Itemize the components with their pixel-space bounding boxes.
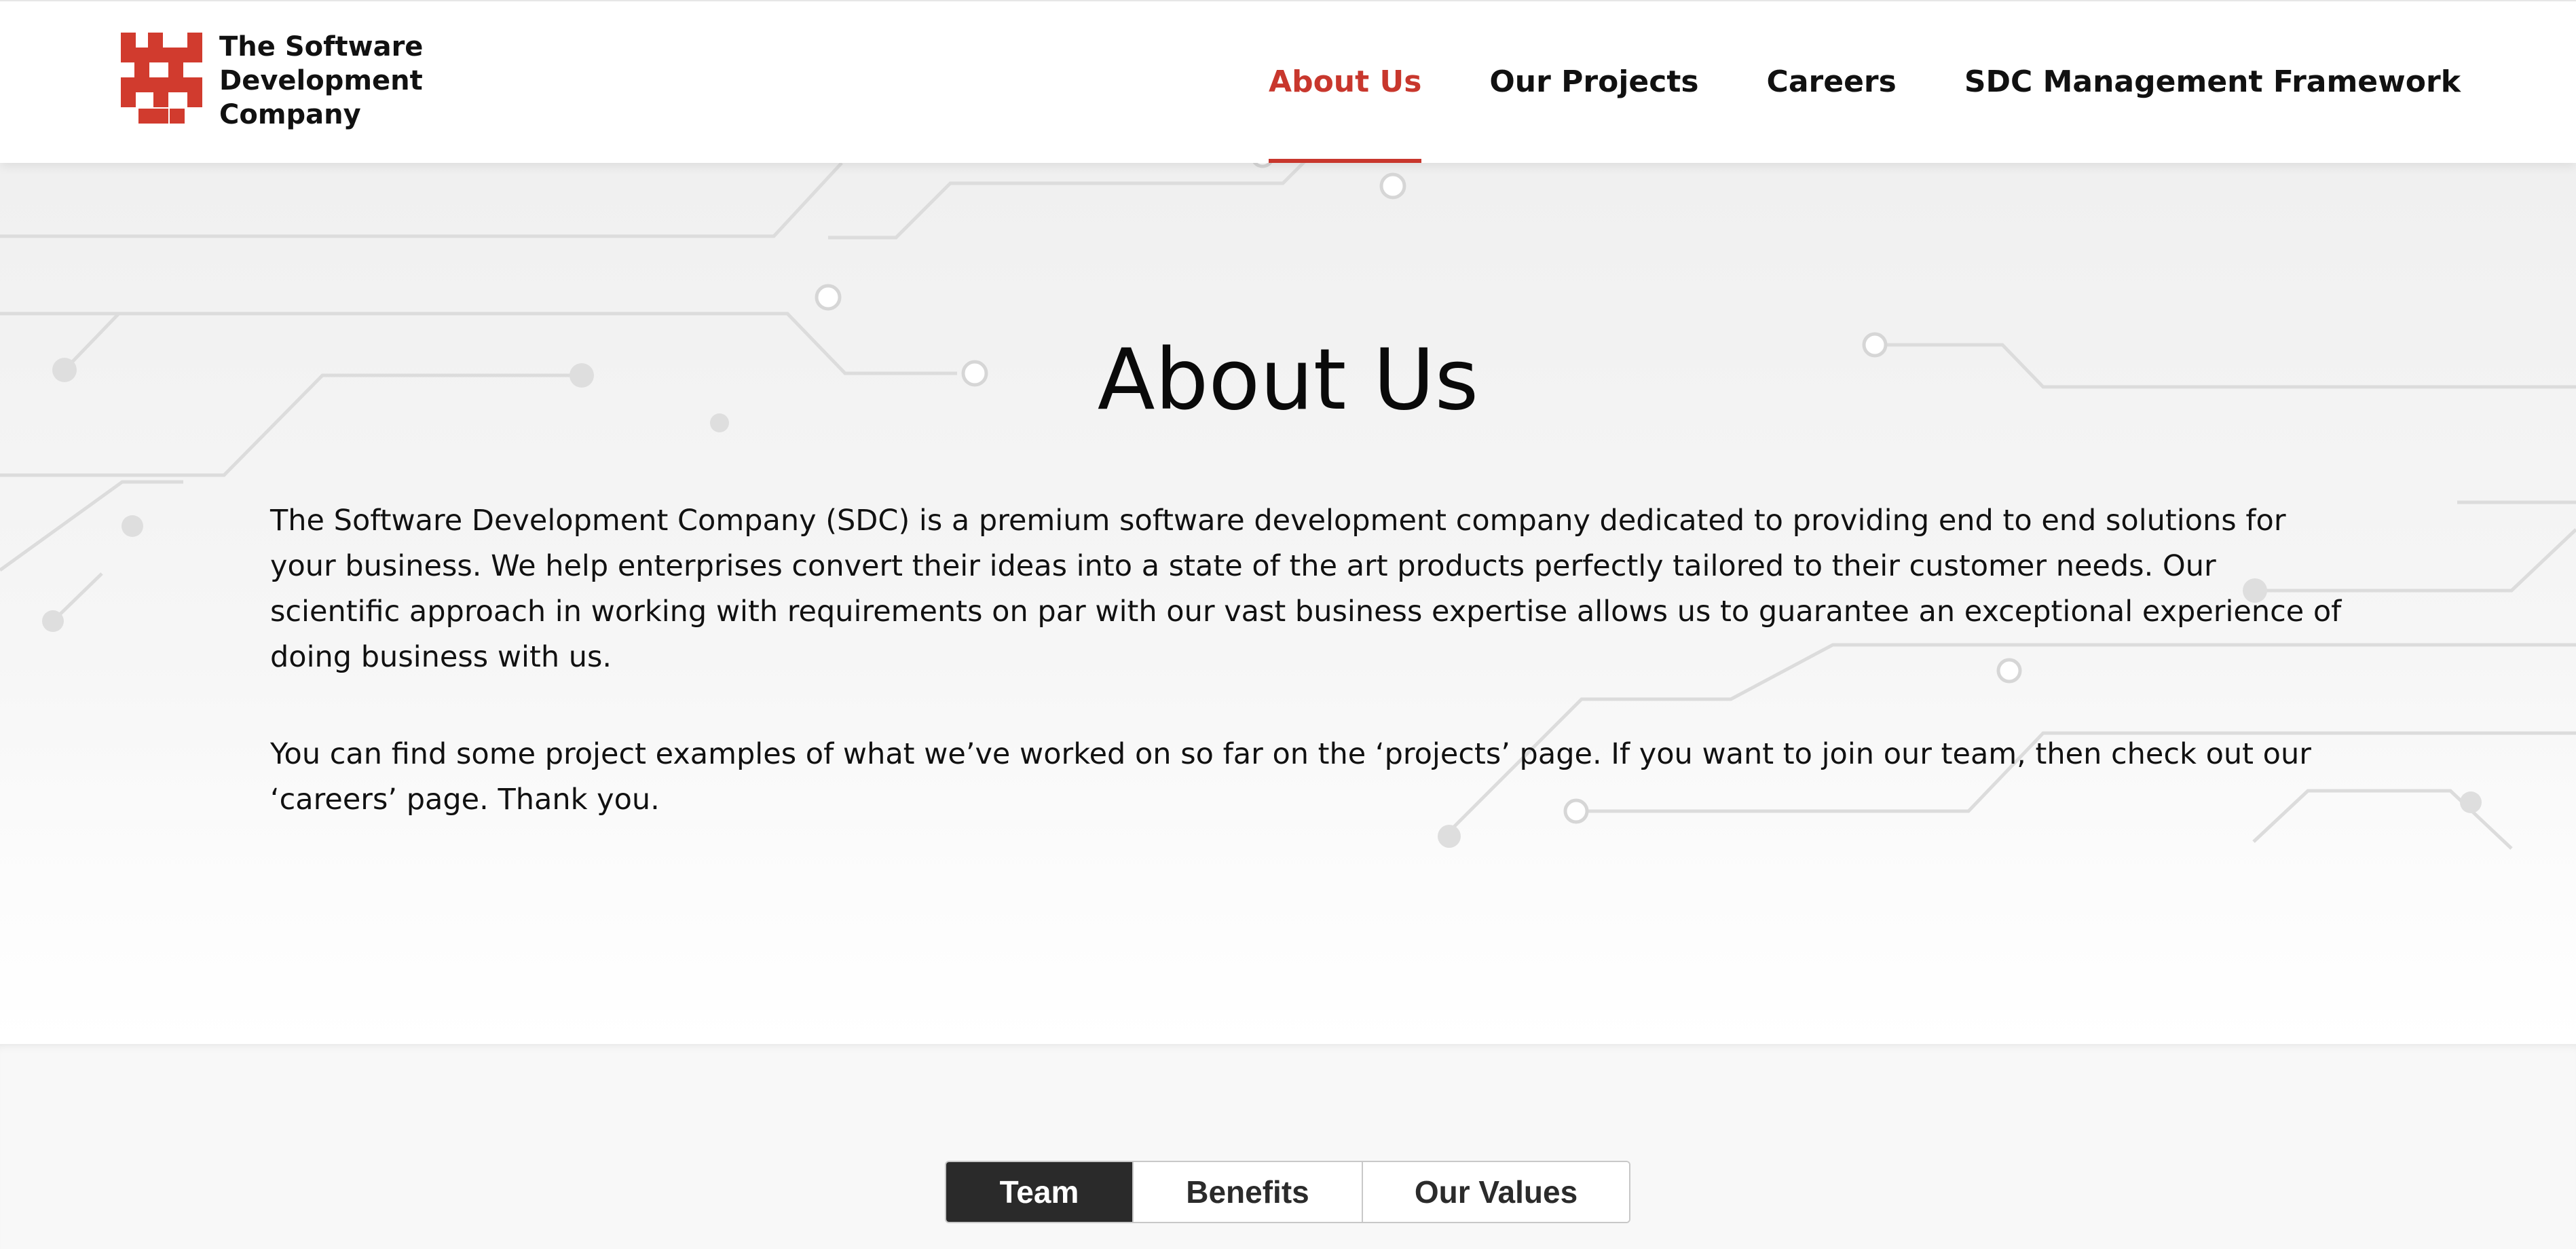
page-title: About Us xyxy=(1097,331,1479,429)
company-name-line-1: The Software xyxy=(219,31,424,62)
nav-item-careers[interactable]: Careers xyxy=(1767,1,1897,163)
logo-icon xyxy=(121,33,202,124)
main-nav: About Us Our Projects Careers SDC Manage… xyxy=(1269,1,2461,163)
tab-our-values[interactable]: Our Values xyxy=(1362,1162,1629,1222)
site-header: The Software Development Company About U… xyxy=(0,0,2576,163)
nav-item-our-projects[interactable]: Our Projects xyxy=(1489,1,1698,163)
company-name-line-2: Development xyxy=(219,65,423,96)
about-hero: About Us The Software Development Compan… xyxy=(0,163,2576,1044)
about-description: The Software Development Company (SDC) i… xyxy=(270,498,2347,874)
nav-item-sdc-management-framework[interactable]: SDC Management Framework xyxy=(1964,1,2461,163)
about-paragraph-1: The Software Development Company (SDC) i… xyxy=(270,504,2342,674)
company-name-line-3: Company xyxy=(219,99,361,130)
company-name: The Software Development Company xyxy=(219,30,450,132)
tab-team[interactable]: Team xyxy=(946,1162,1132,1222)
about-tabs: Team Benefits Our Values xyxy=(945,1161,1630,1223)
tab-benefits[interactable]: Benefits xyxy=(1132,1162,1362,1222)
nav-item-about-us[interactable]: About Us xyxy=(1269,1,1422,163)
about-details-section: Team Benefits Our Values xyxy=(0,1044,2576,1249)
about-paragraph-2: You can find some project examples of wh… xyxy=(270,737,2311,817)
